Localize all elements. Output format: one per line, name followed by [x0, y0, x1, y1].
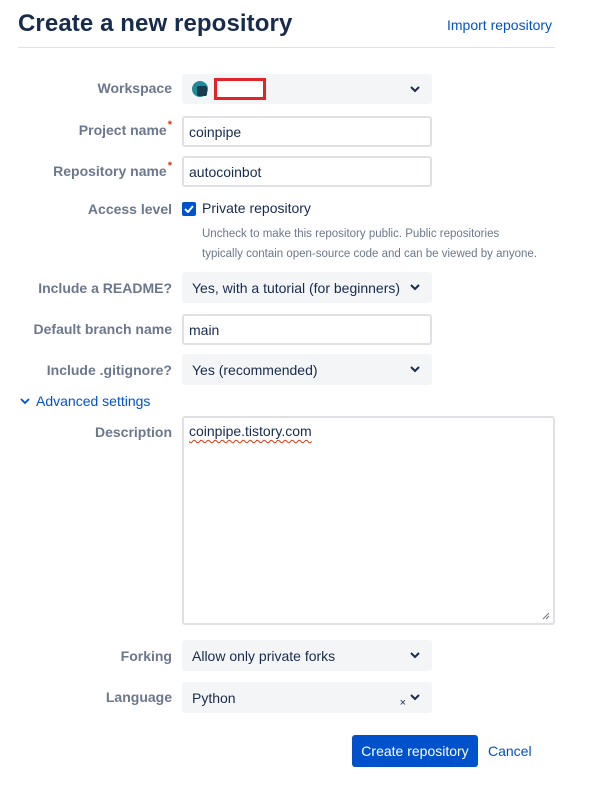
chevron-down-icon: [408, 281, 422, 295]
project-name-input[interactable]: [182, 116, 432, 147]
resize-grip-icon[interactable]: [542, 612, 550, 620]
default-branch-input[interactable]: [182, 314, 432, 345]
forking-label: Forking: [120, 648, 172, 664]
language-value: Python: [192, 689, 236, 706]
checkmark-icon: [184, 205, 194, 213]
private-repository-label[interactable]: Private repository: [202, 200, 311, 216]
header-divider: [18, 47, 555, 48]
project-name-label: Project name*: [78, 119, 172, 138]
description-textarea[interactable]: coinpipe.tistory.com: [182, 416, 555, 625]
forking-value: Allow only private forks: [192, 647, 336, 664]
readme-value: Yes, with a tutorial (for beginners): [192, 279, 401, 296]
advanced-settings-label: Advanced settings: [36, 393, 151, 409]
access-level-label: Access level: [87, 201, 172, 217]
page-title: Create a new repository: [18, 10, 293, 37]
advanced-settings-toggle[interactable]: Advanced settings: [20, 393, 150, 409]
chevron-down-icon: [408, 649, 422, 663]
required-mark: *: [167, 160, 172, 172]
readme-label: Include a README?: [38, 280, 172, 296]
cancel-button[interactable]: Cancel: [484, 735, 536, 767]
workspace-label: Workspace: [97, 80, 172, 96]
workspace-select[interactable]: [182, 74, 432, 104]
repository-name-input[interactable]: [182, 156, 432, 187]
access-level-help: Uncheck to make this repository public. …: [202, 228, 537, 260]
clear-icon[interactable]: ×: [400, 697, 406, 709]
language-select[interactable]: Python ×: [182, 682, 432, 713]
gitignore-label: Include .gitignore?: [46, 362, 172, 378]
gitignore-select[interactable]: Yes (recommended): [182, 354, 432, 385]
private-repository-checkbox[interactable]: [182, 202, 196, 216]
language-label: Language: [105, 689, 172, 705]
chevron-down-icon: [20, 397, 30, 404]
chevron-down-icon: [408, 82, 422, 96]
import-repository-link[interactable]: Import repository: [447, 17, 552, 33]
default-branch-label: Default branch name: [33, 321, 172, 337]
repository-name-label: Repository name*: [53, 160, 172, 179]
redacted-workspace-name: [214, 78, 266, 100]
chevron-down-icon: [408, 691, 422, 705]
description-label: Description: [94, 424, 172, 440]
forking-select[interactable]: Allow only private forks: [182, 640, 432, 671]
gitignore-value: Yes (recommended): [192, 361, 318, 378]
workspace-avatar-icon: [192, 81, 208, 97]
chevron-down-icon: [408, 363, 422, 377]
readme-select[interactable]: Yes, with a tutorial (for beginners): [182, 272, 432, 303]
description-text: coinpipe.tistory.com: [189, 423, 312, 439]
required-mark: *: [167, 119, 172, 131]
create-repository-button[interactable]: Create repository: [352, 735, 478, 767]
